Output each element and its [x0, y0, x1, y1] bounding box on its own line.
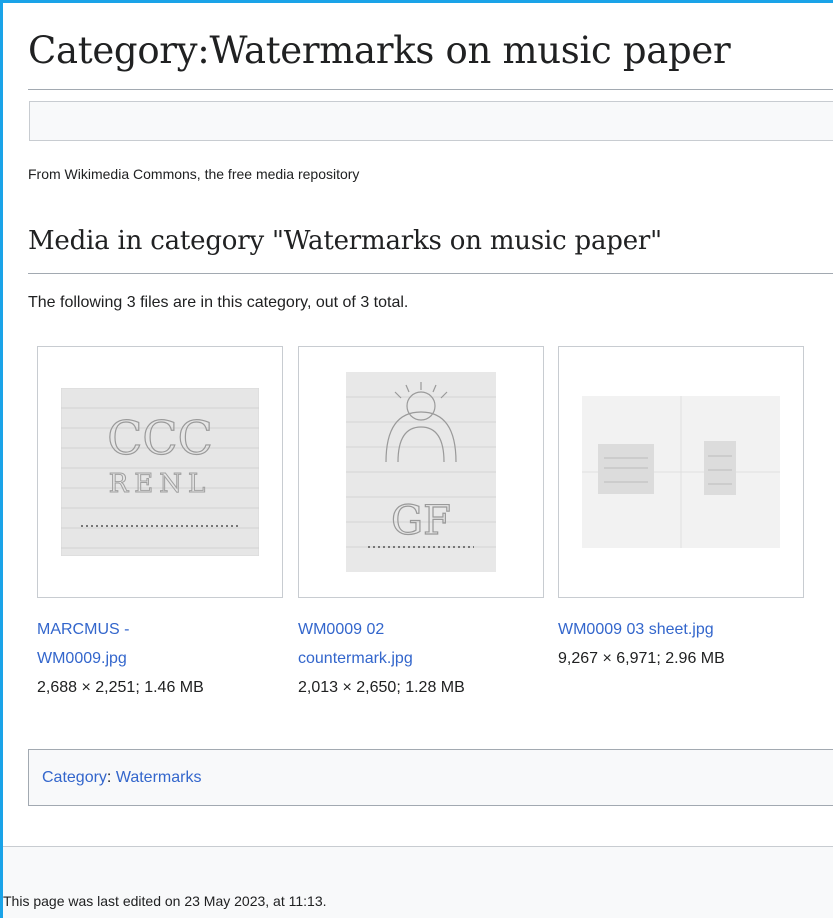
- file-count-text: The following 3 files are in this catego…: [28, 294, 409, 311]
- thumbnail-image: [582, 396, 780, 548]
- site-tagline: From Wikimedia Commons, the free media r…: [28, 166, 360, 182]
- thumbnail-image: GF: [346, 372, 496, 572]
- file-caption: WM0009 03 sheet.jpg 9,267 × 6,971; 2.96 …: [558, 615, 804, 673]
- file-meta: 9,267 × 6,971; 2.96 MB: [558, 650, 725, 667]
- category-separator: :: [106, 769, 116, 786]
- page-content: Category:Watermarks on music paper From …: [3, 3, 833, 918]
- thumbnail-image: CCC RENL: [61, 388, 259, 556]
- category-links-box: Category: Watermarks: [28, 749, 833, 806]
- svg-text:RENL: RENL: [109, 469, 212, 499]
- file-meta: 2,688 × 2,251; 1.46 MB: [37, 679, 204, 696]
- page-title: Category:Watermarks on music paper: [28, 29, 731, 72]
- last-edited-text: This page was last edited on 23 May 2023…: [3, 893, 327, 909]
- thumbnail-link[interactable]: GF: [298, 346, 544, 598]
- file-link[interactable]: WM0009 03 sheet.jpg: [558, 615, 804, 644]
- gallery-item: GF WM0009 02 countermark.jpg 2,013 × 2,6…: [298, 346, 544, 702]
- file-caption: MARCMUS - WM0009.jpg 2,688 × 2,251; 1.46…: [37, 615, 283, 702]
- subtitle-bar: [29, 101, 833, 141]
- file-link[interactable]: MARCMUS - WM0009.jpg: [37, 615, 283, 673]
- categories-label-link[interactable]: Category: [42, 769, 107, 786]
- gallery-item: WM0009 03 sheet.jpg 9,267 × 6,971; 2.96 …: [558, 346, 804, 673]
- category-link-watermarks[interactable]: Watermarks: [116, 769, 202, 786]
- media-heading: Media in category "Watermarks on music p…: [28, 226, 662, 256]
- file-link[interactable]: WM0009 02 countermark.jpg: [298, 615, 544, 673]
- file-caption: WM0009 02 countermark.jpg 2,013 × 2,650;…: [298, 615, 544, 702]
- thumbnail-link[interactable]: CCC RENL: [37, 346, 283, 598]
- title-divider: [28, 89, 833, 90]
- media-heading-divider: [28, 273, 833, 274]
- svg-text:CCC: CCC: [107, 411, 213, 465]
- svg-text:GF: GF: [391, 498, 451, 544]
- thumbnail-link[interactable]: [558, 346, 804, 598]
- gallery-item: CCC RENL MARCMUS - WM0009.jpg 2,688 × 2,…: [37, 346, 283, 702]
- file-meta: 2,013 × 2,650; 1.28 MB: [298, 679, 465, 696]
